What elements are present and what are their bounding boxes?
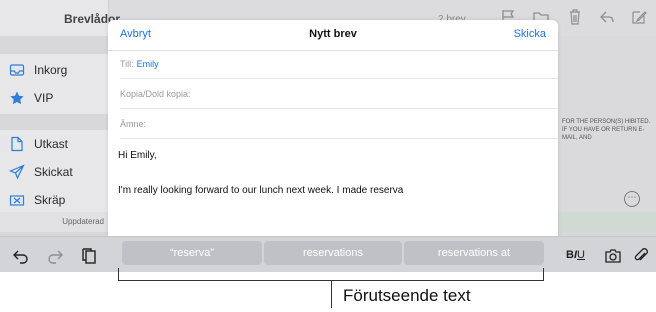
inbox-icon — [8, 61, 26, 79]
cc-bcc-field[interactable]: Kopia/Dold kopia: — [120, 80, 558, 109]
legal-disclaimer: FOR THE PERSON(S) HIBITED. IF YOU HAVE O… — [562, 119, 651, 141]
to-label: Till: — [120, 59, 134, 69]
underline-letter: U — [577, 249, 585, 261]
bold-letter: B — [566, 249, 574, 261]
message-greeting[interactable]: Hi Emily, — [118, 150, 157, 161]
cc-bcc-label: Kopia/Dold kopia: — [120, 89, 191, 99]
background-divider — [558, 212, 656, 232]
undo-icon[interactable] — [12, 247, 30, 265]
redo-icon[interactable] — [46, 247, 64, 265]
more-options-icon[interactable]: ⋯ — [624, 191, 640, 207]
sidebar-divider — [0, 114, 108, 130]
draft-icon — [8, 135, 26, 153]
compose-title: Nytt brev — [309, 28, 357, 40]
mailbox-sidebar: Brevlådor Inkorg VIP Utkast Skickat Skrä… — [0, 0, 120, 232]
sidebar-divider — [0, 36, 108, 54]
sidebar-item-label: Skickat — [34, 165, 73, 179]
sent-icon — [8, 163, 26, 181]
sidebar-item-label: VIP — [34, 91, 54, 105]
callout-pointer — [331, 280, 332, 308]
send-button[interactable]: Skicka — [514, 28, 546, 40]
subject-field[interactable]: Ämne: — [120, 110, 558, 139]
format-button[interactable]: BIU — [566, 249, 585, 261]
to-field[interactable]: Till: Emily — [120, 50, 558, 79]
star-icon — [8, 89, 26, 107]
sidebar-item-drafts[interactable]: Utkast — [8, 132, 68, 156]
prediction-suggestion-2[interactable]: reservations — [264, 241, 402, 265]
callout-label: Förutseende text — [343, 286, 471, 305]
callout-bracket-right — [543, 268, 544, 280]
to-recipient[interactable]: Emily — [137, 59, 159, 69]
callout-bracket-left — [118, 268, 119, 280]
attachment-icon[interactable] — [632, 247, 650, 265]
junk-icon — [8, 191, 26, 209]
sidebar-item-junk[interactable]: Skräp — [8, 188, 65, 212]
sidebar-item-vip[interactable]: VIP — [8, 86, 53, 110]
prediction-suggestion-3[interactable]: reservations at — [404, 241, 544, 265]
sidebar-item-label: Inkorg — [34, 63, 68, 77]
camera-icon[interactable] — [604, 247, 622, 265]
subject-label: Ämne: — [120, 119, 147, 129]
compose-sheet: Nytt brev Avbryt Skicka Till: Emily Kopia… — [108, 20, 558, 236]
trash-icon[interactable] — [566, 8, 586, 28]
cancel-button[interactable]: Avbryt — [120, 28, 151, 40]
sidebar-item-label: Utkast — [34, 137, 69, 151]
sidebar-item-sent[interactable]: Skickat — [8, 160, 73, 184]
paste-icon[interactable] — [80, 247, 98, 265]
message-body[interactable]: I'm really looking forward to our lunch … — [118, 185, 403, 196]
compose-icon[interactable] — [630, 8, 650, 28]
reply-icon[interactable] — [598, 8, 618, 28]
sidebar-item-inbox[interactable]: Inkorg — [8, 58, 67, 82]
prediction-suggestion-1[interactable]: “reserva” — [122, 241, 262, 265]
sidebar-item-label: Skräp — [34, 193, 66, 207]
ipad-screen: 2 brev Brevlådor Inkorg VIP — [0, 0, 656, 272]
compose-header: Nytt brev Avbryt Skicka — [108, 20, 558, 51]
update-status: Uppdaterad — [0, 212, 108, 232]
